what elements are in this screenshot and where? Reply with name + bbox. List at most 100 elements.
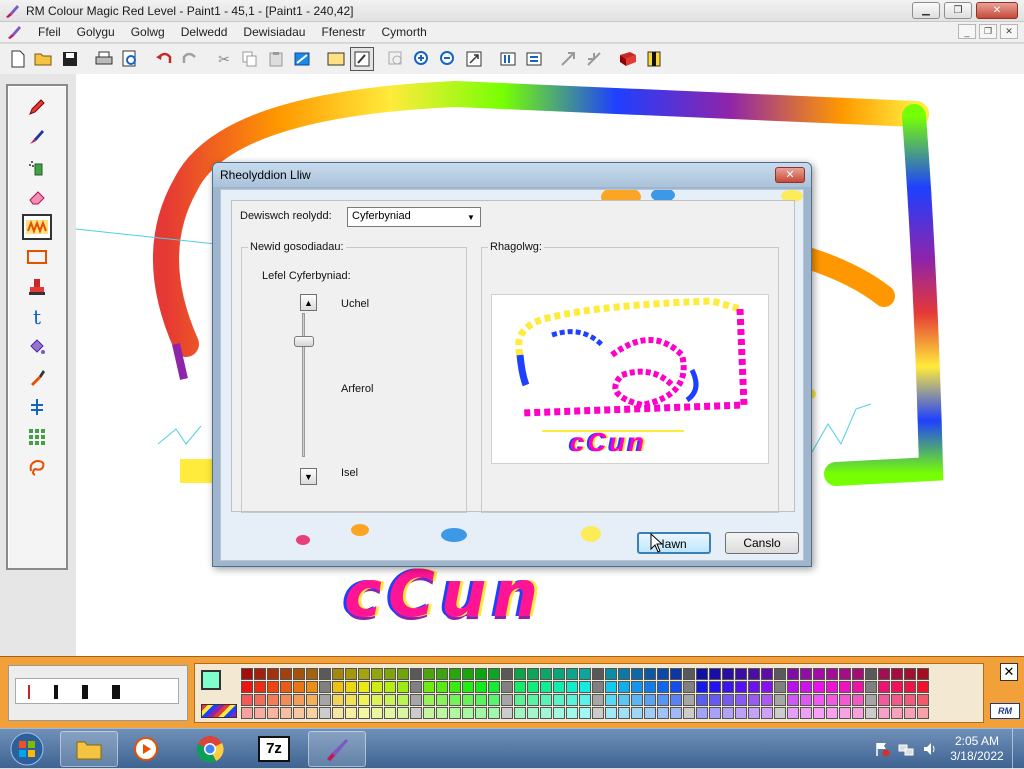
colour-swatch[interactable]: [410, 694, 422, 706]
rectangle-select-icon[interactable]: [324, 47, 348, 71]
colour-swatch[interactable]: [774, 707, 786, 719]
colour-swatch[interactable]: [696, 681, 708, 693]
colour-swatch[interactable]: [423, 681, 435, 693]
spray-icon[interactable]: [22, 154, 52, 180]
colour-swatch[interactable]: [267, 668, 279, 680]
colour-swatch[interactable]: [800, 694, 812, 706]
move-icon[interactable]: [22, 394, 52, 420]
colour-swatch[interactable]: [774, 668, 786, 680]
colour-swatch[interactable]: [267, 681, 279, 693]
colour-swatch[interactable]: [748, 681, 760, 693]
colour-swatch[interactable]: [306, 668, 318, 680]
grid-icon[interactable]: [22, 424, 52, 450]
book-icon[interactable]: [616, 47, 640, 71]
colour-swatch[interactable]: [787, 707, 799, 719]
colour-swatch[interactable]: [735, 668, 747, 680]
freeform-select-icon[interactable]: [350, 47, 374, 71]
foreground-colour[interactable]: [201, 670, 221, 690]
colour-swatch[interactable]: [514, 694, 526, 706]
colour-swatch[interactable]: [306, 681, 318, 693]
colour-swatch[interactable]: [839, 707, 851, 719]
colour-swatch[interactable]: [878, 681, 890, 693]
colour-swatch[interactable]: [501, 668, 513, 680]
pattern-brush-icon[interactable]: [22, 214, 52, 240]
colour-swatch[interactable]: [722, 681, 734, 693]
colour-swatch[interactable]: [540, 707, 552, 719]
colour-swatch[interactable]: [826, 694, 838, 706]
colour-swatch[interactable]: [852, 681, 864, 693]
colour-swatch[interactable]: [813, 694, 825, 706]
colour-swatch[interactable]: [917, 694, 929, 706]
colour-swatch[interactable]: [540, 681, 552, 693]
colour-swatch[interactable]: [475, 668, 487, 680]
colour-swatch[interactable]: [527, 668, 539, 680]
colour-swatch[interactable]: [683, 681, 695, 693]
colour-swatch[interactable]: [293, 681, 305, 693]
menu-image[interactable]: Delwedd: [173, 25, 236, 39]
colour-swatch[interactable]: [254, 681, 266, 693]
colour-swatch[interactable]: [514, 707, 526, 719]
colour-swatch[interactable]: [631, 707, 643, 719]
print-icon[interactable]: [92, 47, 116, 71]
flip-icon[interactable]: [290, 47, 314, 71]
colour-swatch[interactable]: [904, 694, 916, 706]
open-folder-icon[interactable]: [32, 47, 56, 71]
colour-swatch[interactable]: [254, 694, 266, 706]
colour-swatch[interactable]: [410, 668, 422, 680]
colour-swatch[interactable]: [917, 707, 929, 719]
menu-options[interactable]: Dewisiadau: [235, 25, 313, 39]
colour-swatch[interactable]: [917, 681, 929, 693]
colour-swatch[interactable]: [904, 668, 916, 680]
colour-swatch[interactable]: [709, 707, 721, 719]
colour-swatch[interactable]: [891, 707, 903, 719]
colour-swatch[interactable]: [345, 707, 357, 719]
colour-swatch[interactable]: [696, 694, 708, 706]
menu-view[interactable]: Golwg: [123, 25, 173, 39]
colour-swatch[interactable]: [761, 707, 773, 719]
colour-swatch[interactable]: [540, 694, 552, 706]
stamp-icon[interactable]: [642, 47, 666, 71]
menu-window[interactable]: Ffenestr: [313, 25, 373, 39]
colour-swatch[interactable]: [670, 681, 682, 693]
colour-swatch[interactable]: [748, 668, 760, 680]
colour-swatch[interactable]: [319, 681, 331, 693]
colour-swatch[interactable]: [579, 694, 591, 706]
colour-swatch[interactable]: [436, 668, 448, 680]
colour-swatch[interactable]: [345, 681, 357, 693]
clock[interactable]: 2:05 AM 3/18/2022: [942, 734, 1012, 764]
colour-swatch[interactable]: [332, 694, 344, 706]
colour-swatch[interactable]: [878, 694, 890, 706]
colour-swatch[interactable]: [384, 681, 396, 693]
text-tool-icon[interactable]: t: [22, 304, 52, 330]
redo-icon[interactable]: [178, 47, 202, 71]
contrast-slider-thumb[interactable]: [294, 335, 314, 347]
colour-swatch[interactable]: [839, 668, 851, 680]
colour-swatch[interactable]: [358, 707, 370, 719]
colour-swatch[interactable]: [319, 668, 331, 680]
colour-swatch[interactable]: [683, 668, 695, 680]
colour-swatch[interactable]: [475, 694, 487, 706]
colour-swatch[interactable]: [436, 707, 448, 719]
colour-swatch[interactable]: [514, 668, 526, 680]
slider-down-button[interactable]: ▼: [300, 468, 317, 485]
colour-swatch[interactable]: [306, 694, 318, 706]
align-center-icon[interactable]: [522, 47, 546, 71]
arrow-align-2-icon[interactable]: [582, 47, 606, 71]
colour-swatch[interactable]: [254, 668, 266, 680]
colour-swatch[interactable]: [839, 681, 851, 693]
colour-swatch[interactable]: [488, 668, 500, 680]
colour-swatch[interactable]: [384, 668, 396, 680]
menu-file[interactable]: Ffeil: [30, 25, 69, 39]
colour-swatch[interactable]: [644, 694, 656, 706]
colour-swatch[interactable]: [306, 707, 318, 719]
colour-swatch[interactable]: [462, 681, 474, 693]
colour-swatch[interactable]: [527, 681, 539, 693]
align-left-icon[interactable]: [496, 47, 520, 71]
colour-swatch[interactable]: [501, 681, 513, 693]
colour-swatch[interactable]: [280, 694, 292, 706]
colour-swatch[interactable]: [345, 668, 357, 680]
colour-swatch[interactable]: [579, 668, 591, 680]
colour-swatch[interactable]: [787, 668, 799, 680]
current-colours[interactable]: [199, 668, 237, 720]
colour-swatch[interactable]: [631, 668, 643, 680]
